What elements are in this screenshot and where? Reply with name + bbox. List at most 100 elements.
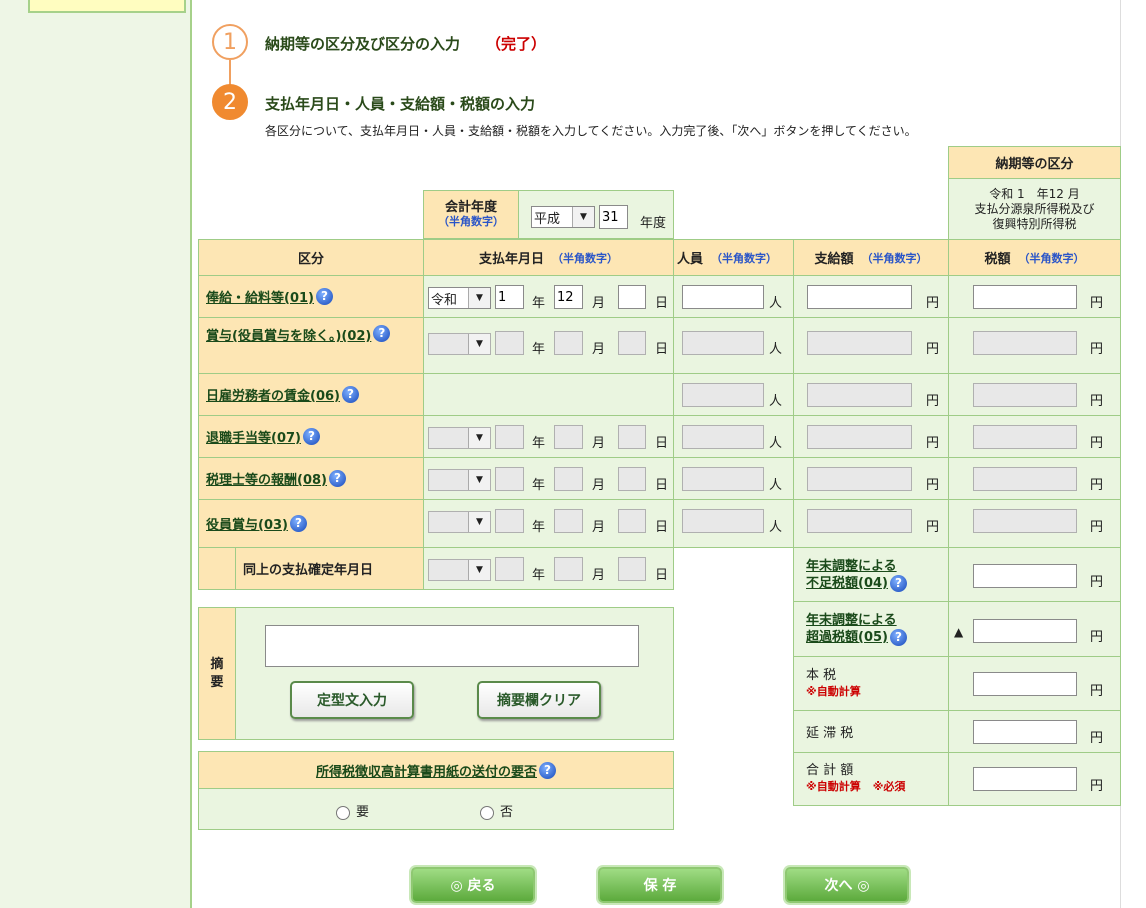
chevron-down-icon: ▼ (572, 207, 594, 227)
help-icon[interactable]: ? (302, 428, 320, 445)
tekiyo-textarea[interactable] (265, 625, 639, 667)
row-02-label: 賞与(役員賞与を除く。)(02)? (198, 317, 424, 374)
help-icon[interactable]: ? (315, 288, 333, 305)
entai-input[interactable] (973, 720, 1077, 744)
help-icon[interactable]: ? (328, 470, 346, 487)
row-01-amount-input[interactable] (807, 285, 912, 309)
shortage-tax-input[interactable] (973, 564, 1077, 588)
row-01-people-input[interactable] (682, 285, 764, 309)
help-icon[interactable]: ? (341, 386, 359, 403)
row-03-year-input[interactable] (495, 509, 524, 533)
row-02-amount-input[interactable] (807, 331, 912, 355)
back-button[interactable]: ◎ 戻る (411, 867, 535, 903)
gokei-text: 合 計 額 (806, 763, 854, 778)
row-08-year-input[interactable] (495, 467, 524, 491)
next-button[interactable]: 次へ ◎ (785, 867, 909, 903)
row-08-link[interactable]: 税理士等の報酬(08) (206, 469, 327, 488)
row-06-people-input[interactable] (682, 383, 764, 407)
row-02-tax-input[interactable] (973, 331, 1077, 355)
fiscal-era-select[interactable]: 平成 ▼ (531, 206, 595, 228)
row-02-amount-yen: 円 (926, 342, 940, 357)
honzei-label: 本 税 ※自動計算 (793, 656, 949, 711)
row-03-amount-input[interactable] (807, 509, 912, 533)
row-03-month-input[interactable] (554, 509, 583, 533)
radio-yes-circle[interactable] (336, 805, 350, 820)
clear-tekiyo-button[interactable]: 摘要欄クリア (477, 681, 601, 719)
entai-label: 延 滞 税 (793, 710, 949, 753)
radio-yes[interactable]: 要 (336, 801, 369, 820)
template-text-button[interactable]: 定型文入力 (290, 681, 414, 719)
row-06-link[interactable]: 日雇労務者の賃金(06) (206, 385, 340, 404)
row-08-era-select[interactable]: ▼ (428, 469, 491, 491)
row-07-month-input[interactable] (554, 425, 583, 449)
excess-tax-input[interactable] (973, 619, 1077, 643)
save-button[interactable]: 保 存 (598, 867, 722, 903)
row-06-date-cell (423, 373, 674, 416)
row-06-tax-input[interactable] (973, 383, 1077, 407)
header-amount: 支給額 （半角数字） (793, 239, 949, 276)
row-08-month-input[interactable] (554, 467, 583, 491)
row-01-tax-input[interactable] (973, 285, 1077, 309)
excess-link-line1[interactable]: 年末調整による (806, 612, 897, 629)
row-01-month-input[interactable] (554, 285, 583, 309)
fiscal-year-input[interactable] (599, 205, 628, 229)
row-01-day-input[interactable] (618, 285, 646, 309)
row-02-month-input[interactable] (554, 331, 583, 355)
row-01-person-unit: 人 (769, 296, 783, 311)
row-02-era-select[interactable]: ▼ (428, 333, 491, 355)
row-07-tax-input[interactable] (973, 425, 1077, 449)
row-07-amount-input[interactable] (807, 425, 912, 449)
shortage-link-line2[interactable]: 不足税額(04) (806, 576, 888, 591)
row-07-year-unit: 年 (532, 436, 546, 451)
header-tax: 税額 （半角数字） (948, 239, 1121, 276)
row-03-link[interactable]: 役員賞与(03) (206, 514, 288, 533)
scrollbar-track[interactable] (1120, 0, 1146, 908)
shortage-link-line1[interactable]: 年末調整による (806, 558, 897, 575)
row-03-day-input[interactable] (618, 509, 646, 533)
row-03-tax-input[interactable] (973, 509, 1077, 533)
row-07-label: 退職手当等(07)? (198, 415, 424, 458)
row-03-people-input[interactable] (682, 509, 764, 533)
row-02-link[interactable]: 賞与(役員賞与を除く。)(02) (206, 325, 371, 344)
row-02-people-input[interactable] (682, 331, 764, 355)
row-01-era-select[interactable]: 令和 ▼ (428, 287, 491, 309)
row-08-amount-input[interactable] (807, 467, 912, 491)
row-02-day-input[interactable] (618, 331, 646, 355)
row-08-tax-input[interactable] (973, 467, 1077, 491)
confirm-year-input[interactable] (495, 557, 524, 581)
row-07-year-input[interactable] (495, 425, 524, 449)
chevron-down-icon: ▼ (468, 560, 490, 580)
row-07-people-input[interactable] (682, 425, 764, 449)
row-01-link[interactable]: 俸給・給料等(01) (206, 287, 314, 306)
help-icon[interactable]: ? (889, 574, 907, 592)
radio-no[interactable]: 否 (480, 801, 513, 820)
row-07-era-select[interactable]: ▼ (428, 427, 491, 449)
fiscal-era-value: 平成 (534, 211, 561, 227)
confirm-day-input[interactable] (618, 557, 646, 581)
help-icon[interactable]: ? (289, 515, 307, 532)
help-icon[interactable]: ? (539, 761, 556, 779)
row-01-year-input[interactable] (495, 285, 524, 309)
sending-link[interactable]: 所得税徴収高計算書用紙の送付の要否 (316, 761, 537, 780)
row-08-day-input[interactable] (618, 467, 646, 491)
gokei-auto-note: ※自動計算 (806, 780, 861, 793)
row-07-day-input[interactable] (618, 425, 646, 449)
row-06-amount-input[interactable] (807, 383, 912, 407)
confirm-month-input[interactable] (554, 557, 583, 581)
row-03-era-select[interactable]: ▼ (428, 511, 491, 533)
confirm-era-select[interactable]: ▼ (428, 559, 491, 581)
help-icon[interactable]: ? (889, 629, 907, 646)
row-01-amount-yen: 円 (926, 296, 940, 311)
chevron-down-icon: ▼ (468, 288, 490, 308)
chevron-down-icon: ▼ (468, 512, 490, 532)
row-02-year-input[interactable] (495, 331, 524, 355)
row-08-people-input[interactable] (682, 467, 764, 491)
gokei-input[interactable] (973, 767, 1077, 791)
radio-no-circle[interactable] (480, 805, 494, 820)
help-icon[interactable]: ? (373, 325, 391, 342)
honzei-input[interactable] (973, 672, 1077, 696)
excess-link-line2[interactable]: 超過税額(05) (806, 630, 888, 645)
confirm-year-unit: 年 (532, 568, 546, 583)
row-03-tax-yen: 円 (1090, 520, 1104, 535)
row-07-link[interactable]: 退職手当等(07) (206, 427, 301, 446)
